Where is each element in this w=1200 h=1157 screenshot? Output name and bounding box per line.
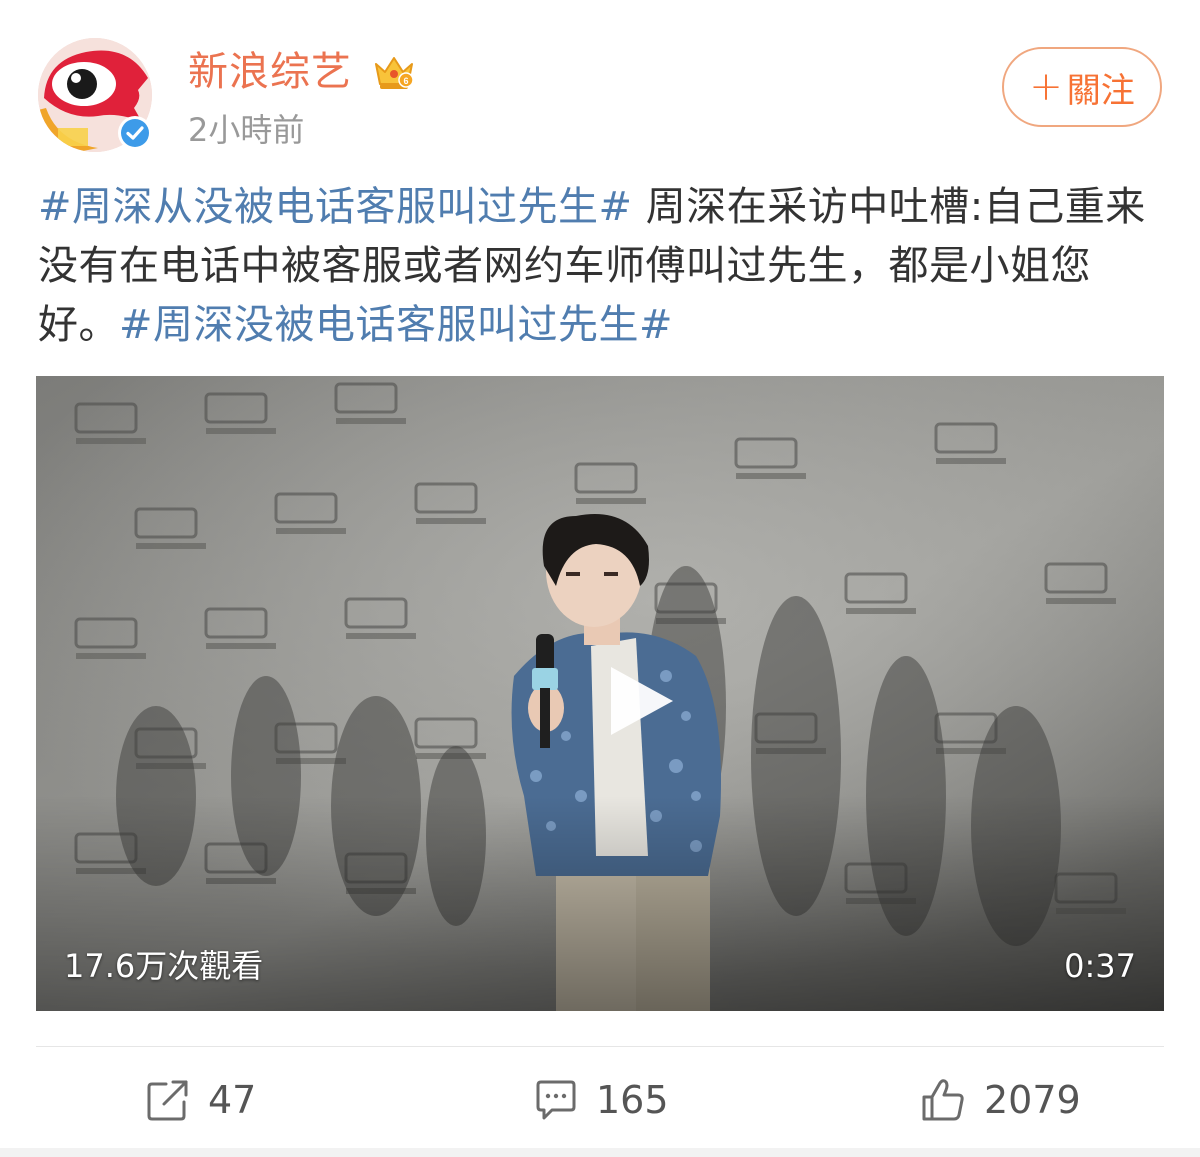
- repost-icon: [147, 1080, 188, 1121]
- divider: [36, 1046, 1164, 1047]
- comment-icon: [536, 1080, 576, 1120]
- like-button[interactable]: 2079: [920, 1060, 1081, 1140]
- post-header: 新浪综艺 6 2小時前 + 關注: [0, 0, 1200, 160]
- plus-icon: +: [1029, 64, 1063, 110]
- author-name[interactable]: 新浪综艺: [188, 46, 352, 98]
- follow-label: 關注: [1066, 70, 1135, 111]
- action-bar: 47 165 2079: [0, 1060, 1200, 1140]
- verified-check-icon: [121, 119, 149, 147]
- svg-text:6: 6: [403, 76, 408, 86]
- crown-icon: 6: [375, 57, 414, 89]
- comment-count: 165: [596, 1078, 669, 1122]
- hashtag-link[interactable]: #周深没被电话客服叫过先生#: [119, 302, 673, 348]
- hashtag-link[interactable]: #周深从没被电话客服叫过先生#: [38, 184, 633, 230]
- like-count: 2079: [984, 1078, 1081, 1122]
- follow-button[interactable]: + 關注: [1002, 47, 1162, 127]
- post-text: #周深从没被电话客服叫过先生# 周深在采访中吐槽:自己重来没有在电话中被客服或者…: [38, 178, 1168, 355]
- video-player[interactable]: 17.6万次觀看 0:37: [36, 376, 1164, 1011]
- repost-button[interactable]: 47: [146, 1060, 256, 1140]
- thumbs-up-icon: [922, 1079, 964, 1121]
- repost-count: 47: [208, 1078, 257, 1122]
- post-time: 2小時前: [188, 111, 305, 149]
- comment-button[interactable]: 165: [534, 1060, 669, 1140]
- view-count: 17.6万次觀看: [64, 947, 264, 985]
- verified-badge: [118, 116, 152, 150]
- video-duration: 0:37: [1064, 947, 1136, 985]
- bottom-separator: [0, 1148, 1200, 1157]
- play-icon[interactable]: [599, 661, 679, 741]
